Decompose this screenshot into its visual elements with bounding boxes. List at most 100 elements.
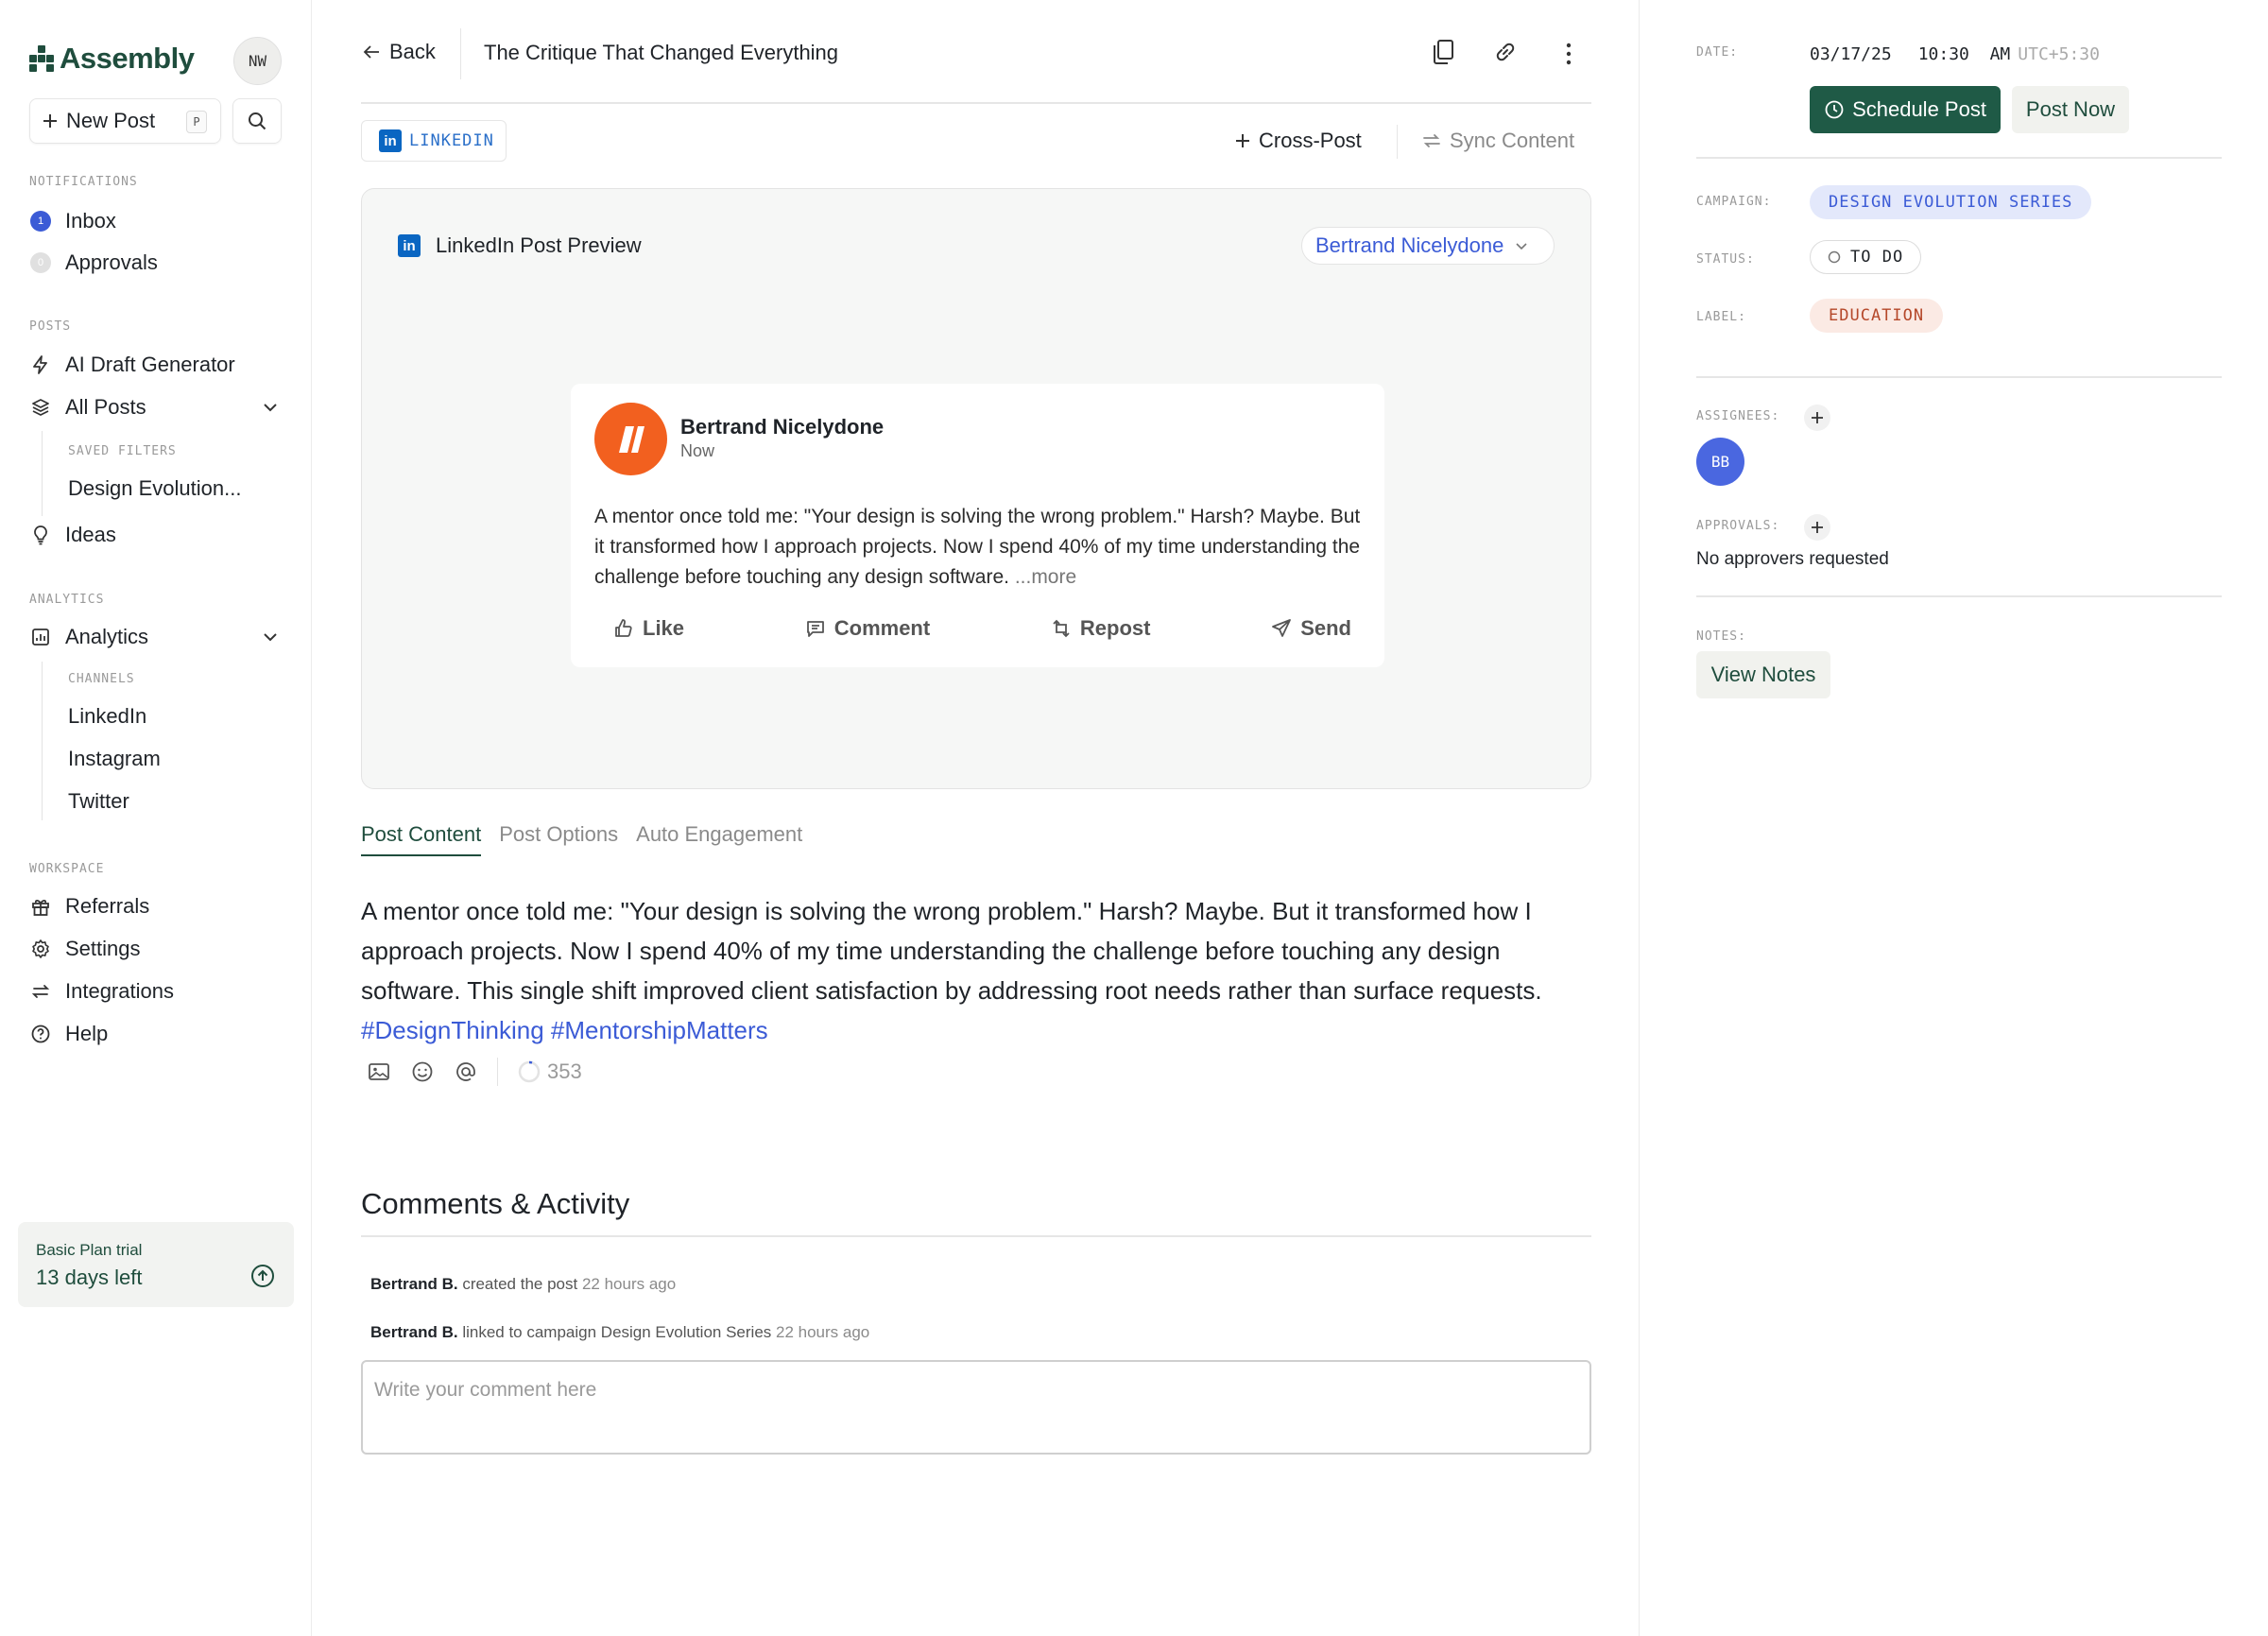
account-select-value: Bertrand Nicelydone xyxy=(1315,233,1504,257)
sidebar-item-referrals[interactable]: Referrals xyxy=(29,891,149,921)
time-hm: 10:30 xyxy=(1917,44,1969,64)
send-label: Send xyxy=(1300,616,1351,640)
section-analytics: ANALYTICS xyxy=(29,593,105,607)
comment-label: Comment xyxy=(833,616,931,640)
sidebar-item-ai-draft[interactable]: AI Draft Generator xyxy=(29,350,235,380)
repost-icon xyxy=(1050,617,1073,640)
user-avatar[interactable]: NW xyxy=(233,37,282,85)
hashtag[interactable]: #MentorshipMatters xyxy=(551,1016,768,1044)
add-assignee-button[interactable] xyxy=(1804,405,1830,431)
sidebar-item-help[interactable]: Help xyxy=(29,1019,108,1049)
tab-post-options[interactable]: Post Options xyxy=(499,822,618,856)
assignees-label: ASSIGNEES: xyxy=(1696,409,1780,423)
content-tabs: Post Content Post Options Auto Engagemen… xyxy=(361,822,802,856)
chevron-down-icon[interactable] xyxy=(261,628,280,646)
image-icon[interactable] xyxy=(367,1060,391,1083)
cross-post-button[interactable]: Cross-Post xyxy=(1234,129,1362,153)
new-post-label: New Post xyxy=(66,109,156,132)
campaign-badge[interactable]: DESIGN EVOLUTION SERIES xyxy=(1810,185,2092,219)
sidebar-item-ideas[interactable]: Ideas xyxy=(29,520,116,550)
schedule-post-button[interactable]: Schedule Post xyxy=(1810,86,2001,133)
add-approver-button[interactable] xyxy=(1804,514,1830,541)
search-button[interactable] xyxy=(232,98,282,144)
account-select[interactable]: Bertrand Nicelydone xyxy=(1301,227,1555,265)
comment-icon xyxy=(804,617,827,640)
link-icon[interactable] xyxy=(1491,38,1520,66)
sidebar-item-approvals[interactable]: 0 Approvals xyxy=(29,248,158,278)
new-post-button[interactable]: New Post P xyxy=(29,98,221,144)
repost-button[interactable]: Repost xyxy=(1050,616,1150,641)
more-vertical-icon[interactable] xyxy=(1564,42,1573,66)
emoji-icon[interactable] xyxy=(410,1059,435,1084)
linkedin-post-card: Bertrand Nicelydone Now A mentor once to… xyxy=(571,384,1384,667)
linkedin-icon: in xyxy=(379,129,402,152)
sidebar-item-settings[interactable]: Settings xyxy=(29,934,141,964)
plan-trial-card[interactable]: Basic Plan trial 13 days left xyxy=(18,1222,294,1307)
hashtag[interactable]: #DesignThinking xyxy=(361,1016,544,1044)
channel-instagram[interactable]: Instagram xyxy=(68,747,161,771)
status-badge[interactable]: TO DO xyxy=(1810,240,1922,274)
sync-content-button[interactable]: Sync Content xyxy=(1421,129,1574,153)
section-posts: POSTS xyxy=(29,319,72,334)
at-icon[interactable] xyxy=(454,1059,478,1084)
post-content-editor[interactable]: A mentor once told me: "Your design is s… xyxy=(361,891,1589,1050)
post-time: Now xyxy=(680,441,715,460)
channel-chip-linkedin[interactable]: in LINKEDIN xyxy=(361,120,507,162)
sidebar-item-label: Inbox xyxy=(65,209,116,232)
chart-icon xyxy=(29,626,52,648)
like-button[interactable]: Like xyxy=(612,616,684,641)
preview-heading-label: LinkedIn Post Preview xyxy=(436,233,642,257)
sidebar-item-label: AI Draft Generator xyxy=(65,353,235,376)
date-time-picker[interactable]: 03/17/25 10:30 AM UTC+5:30 xyxy=(1810,44,2100,64)
gear-icon xyxy=(29,938,52,960)
sidebar-item-inbox[interactable]: 1 Inbox xyxy=(29,206,116,236)
sidebar-item-label: Approvals xyxy=(65,250,158,274)
chevron-down-icon[interactable] xyxy=(261,398,280,417)
sidebar-item-analytics[interactable]: Analytics xyxy=(29,622,148,652)
chevron-down-icon xyxy=(1513,237,1530,254)
time-value[interactable]: 10:30 AM xyxy=(1918,44,2011,64)
copy-icon[interactable] xyxy=(1430,38,1456,66)
view-notes-button[interactable]: View Notes xyxy=(1696,651,1830,698)
like-icon xyxy=(612,617,635,640)
progress-ring-icon xyxy=(517,1059,541,1084)
back-button[interactable]: Back xyxy=(361,40,436,64)
brand-logo[interactable]: Assembly xyxy=(29,42,195,76)
sync-icon xyxy=(1421,130,1442,151)
divider xyxy=(1696,157,2222,159)
character-count-value: 353 xyxy=(547,1059,582,1083)
bolt-icon xyxy=(29,353,52,376)
status-label: STATUS: xyxy=(1696,252,1755,267)
label-badge[interactable]: EDUCATION xyxy=(1810,299,1944,333)
date-value[interactable]: 03/17/25 xyxy=(1810,44,1892,64)
comment-button[interactable]: Comment xyxy=(804,616,930,641)
sidebar-item-integrations[interactable]: Integrations xyxy=(29,976,174,1007)
activity-item: Bertrand B. created the post 22 hours ag… xyxy=(370,1275,676,1294)
tab-auto-engagement[interactable]: Auto Engagement xyxy=(636,822,802,856)
assignee-avatar[interactable]: BB xyxy=(1696,438,1744,486)
send-button[interactable]: Send xyxy=(1270,616,1351,641)
see-more-link[interactable]: ...more xyxy=(1015,566,1076,588)
section-channels: CHANNELS xyxy=(68,672,135,686)
arrow-up-circle-icon[interactable] xyxy=(250,1264,275,1288)
schedule-post-label: Schedule Post xyxy=(1852,97,1986,121)
status-value: TO DO xyxy=(1850,248,1904,267)
status-circle-icon xyxy=(1828,250,1841,264)
arrow-left-icon xyxy=(361,42,382,62)
channel-twitter[interactable]: Twitter xyxy=(68,789,129,814)
channel-linkedin[interactable]: LinkedIn xyxy=(68,704,146,729)
divider xyxy=(460,28,461,79)
like-label: Like xyxy=(643,616,685,640)
plus-icon xyxy=(1811,411,1824,424)
divider xyxy=(361,1235,1591,1237)
sidebar-item-all-posts[interactable]: All Posts xyxy=(29,392,146,422)
comment-input[interactable]: Write your comment here xyxy=(361,1360,1591,1455)
post-now-button[interactable]: Post Now xyxy=(2012,86,2129,133)
plus-icon xyxy=(1234,132,1251,149)
saved-filter-design-evolution[interactable]: Design Evolution... xyxy=(68,476,241,501)
activity-time: 22 hours ago xyxy=(776,1323,870,1341)
bulb-icon xyxy=(29,524,52,546)
sidebar-item-label: All Posts xyxy=(65,395,146,419)
tab-post-content[interactable]: Post Content xyxy=(361,822,482,856)
comments-title: Comments & Activity xyxy=(361,1187,630,1220)
